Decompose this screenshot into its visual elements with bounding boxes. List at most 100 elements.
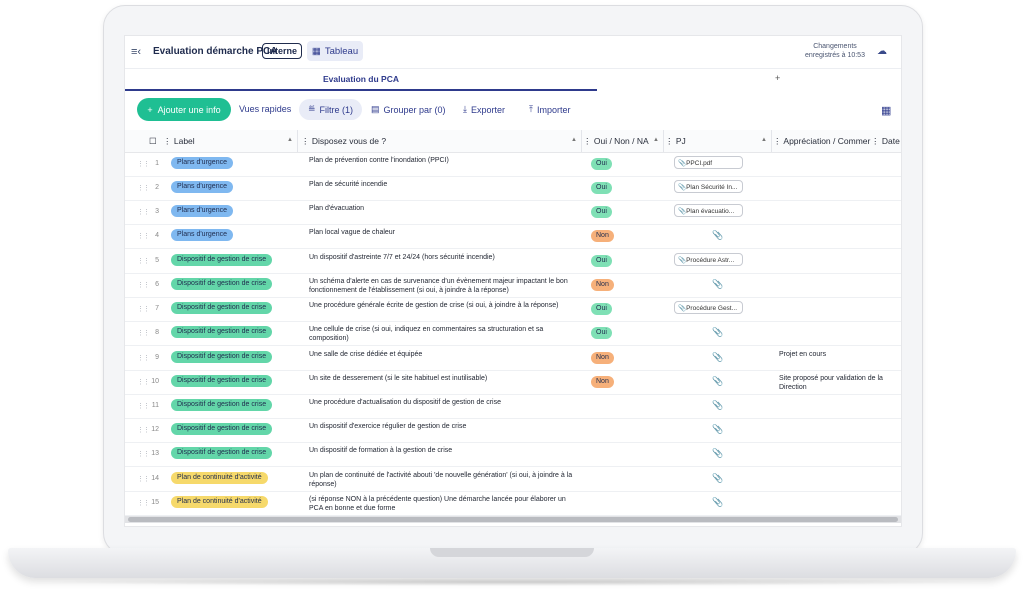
answer-badge[interactable]: Oui [591,303,612,315]
table-row[interactable]: ⋮⋮ 7 Dispositif de gestion de crise Une pro… [125,297,901,322]
column-header-pj[interactable]: ⋮ PJ [665,136,686,147]
table-row[interactable]: ⋮⋮ 5 Dispositif de gestion de crise Un disp… [125,249,901,274]
column-header-date[interactable]: ⋮ Date [871,136,900,147]
table-row[interactable]: ⋮⋮ 11 Dispositif de gestion de crise Une pr… [125,394,901,419]
table-row[interactable]: ⋮⋮ 9 Dispositif de gestion de crise Une sal… [125,346,901,371]
table-row[interactable]: ⋮⋮ 4 Plans d'urgence Plan local vague de ch… [125,224,901,249]
attachment-file[interactable]: 📎Procédure Gest... [674,301,743,314]
answer-badge[interactable]: Oui [591,255,612,267]
attachment-file[interactable]: 📎Procédure Astr... [674,253,743,266]
table-row[interactable]: ⋮⋮ 3 Plans d'urgence Plan d'évacuation Oui 📎P… [125,200,901,225]
answer-badge[interactable]: Non [591,230,614,242]
sort-icon[interactable]: ▲ [653,137,659,143]
table-row[interactable]: ⋮⋮ 1 Plans d'urgence Plan de prévention con… [125,152,901,177]
column-header-answer[interactable]: ⋮ Oui / Non / NA [583,136,649,147]
attachment-file[interactable]: 📎PPCI.pdf [674,156,743,169]
comment-text[interactable]: Projet en cours [779,350,889,359]
comment-text[interactable]: Site proposé pour validation de la Direc… [779,374,889,392]
quick-views-button[interactable]: Vues rapides [239,104,291,114]
export-button[interactable]: ⤓ Exporter [463,104,505,115]
tab-evaluation-pca[interactable]: Evaluation du PCA [125,68,597,91]
question-text[interactable]: Un dispositif d'astreinte 7/7 et 24/24 (… [309,253,579,262]
document-title[interactable]: Evaluation démarche PCA [153,46,277,57]
answer-badge[interactable]: Non [591,352,614,364]
question-text[interactable]: Plan d'évacuation [309,204,579,213]
view-tab-tableau[interactable]: ▦ Tableau [307,41,363,61]
cloud-sync-icon[interactable]: ☁ [877,46,887,57]
answer-badge[interactable]: Oui [591,206,612,218]
column-divider[interactable] [771,130,772,152]
add-info-button[interactable]: + Ajouter une info [137,98,231,121]
table-row[interactable]: ⋮⋮ 8 Dispositif de gestion de crise Une cel… [125,321,901,346]
answer-badge[interactable]: Non [591,376,614,388]
table-row[interactable]: ⋮⋮ 14 Plan de continuité d'activité Un plan… [125,467,901,492]
table-row[interactable]: ⋮⋮ 2 Plans d'urgence Plan de sécurité incen… [125,176,901,201]
horizontal-scrollbar[interactable] [125,516,901,523]
column-divider[interactable] [297,130,298,152]
column-divider[interactable] [663,130,664,152]
attach-icon[interactable]: 📎 [712,424,723,435]
attach-icon[interactable]: 📎 [712,376,723,387]
filter-button[interactable]: ≝ Filtre (1) [299,99,363,120]
visibility-badge[interactable]: Interne [262,43,303,59]
label-chip[interactable]: Plans d'urgence [171,181,233,193]
table-row[interactable]: ⋮⋮ 12 Dispositif de gestion de crise Un dis… [125,418,901,443]
table-row[interactable]: ⋮⋮ 10 Dispositif de gestion de crise Un sit… [125,370,901,395]
label-chip[interactable]: Plans d'urgence [171,229,233,241]
attach-icon[interactable]: 📎 [712,327,723,338]
question-text[interactable]: Un schéma d'alerte en cas de survenance … [309,277,579,295]
attach-icon[interactable]: 📎 [712,497,723,508]
table-row[interactable]: ⋮⋮ 15 Plan de continuité d'activité (si rép… [125,491,901,516]
attach-icon[interactable]: 📎 [712,400,723,411]
label-chip[interactable]: Plans d'urgence [171,205,233,217]
question-text[interactable]: Un dispositif d'exercice régulier de ges… [309,422,579,431]
table-row[interactable]: ⋮⋮ 6 Dispositif de gestion de crise Un sché… [125,273,901,298]
label-chip[interactable]: Dispositif de gestion de crise [171,375,273,387]
answer-badge[interactable]: Oui [591,327,612,339]
scrollbar-thumb[interactable] [128,517,898,522]
label-chip[interactable]: Dispositif de gestion de crise [171,302,273,314]
add-tab-button[interactable]: + [775,73,780,83]
label-chip[interactable]: Dispositif de gestion de crise [171,399,273,411]
question-text[interactable]: Un plan de continuité de l'activité abou… [309,471,579,489]
label-chip[interactable]: Dispositif de gestion de crise [171,351,273,363]
grid-view-icon[interactable]: ▦ [881,104,891,117]
column-header-label[interactable]: ⋮ Label [163,136,195,147]
select-all-checkbox[interactable]: ☐ [149,136,157,147]
question-text[interactable]: Plan de prévention contre l'inondation (… [309,156,579,165]
menu-collapse-icon[interactable]: ≡‹ [131,46,141,58]
table-row[interactable]: ⋮⋮ 13 Dispositif de gestion de crise Un dis… [125,442,901,467]
column-header-question[interactable]: ⋮ Disposez vous de ? [301,136,386,147]
label-chip[interactable]: Dispositif de gestion de crise [171,423,273,435]
question-text[interactable]: Une procédure d'actualisation du disposi… [309,398,579,407]
answer-badge[interactable]: Oui [591,182,612,194]
question-text[interactable]: Plan de sécurité incendie [309,180,579,189]
label-chip[interactable]: Plan de continuité d'activité [171,472,268,484]
label-chip[interactable]: Dispositif de gestion de crise [171,278,273,290]
attach-icon[interactable]: 📎 [712,473,723,484]
import-button[interactable]: ⤒ Importer [529,104,571,115]
question-text[interactable]: (si réponse NON à la précédente question… [309,495,579,513]
attach-icon[interactable]: 📎 [712,279,723,290]
group-by-button[interactable]: ▤ Grouper par (0) [371,104,446,115]
question-text[interactable]: Une cellule de crise (si oui, indiquez e… [309,325,579,343]
attachment-file[interactable]: 📎Plan Sécurité In... [674,180,743,193]
label-chip[interactable]: Plans d'urgence [171,157,233,169]
label-chip[interactable]: Dispositif de gestion de crise [171,254,273,266]
question-text[interactable]: Une salle de crise dédiée et équipée [309,350,579,359]
question-text[interactable]: Une procédure générale écrite de gestion… [309,301,579,310]
label-chip[interactable]: Dispositif de gestion de crise [171,326,273,338]
column-header-comment[interactable]: ⋮ Appréciation / Commer [773,136,870,147]
attach-icon[interactable]: 📎 [712,230,723,241]
sort-icon[interactable]: ▲ [761,137,767,143]
question-text[interactable]: Plan local vague de chaleur [309,228,579,237]
attach-icon[interactable]: 📎 [712,448,723,459]
label-chip[interactable]: Dispositif de gestion de crise [171,447,273,459]
attachment-file[interactable]: 📎Plan évacuatio... [674,204,743,217]
answer-badge[interactable]: Oui [591,158,612,170]
question-text[interactable]: Un dispositif de formation à la gestion … [309,446,579,455]
attach-icon[interactable]: 📎 [712,352,723,363]
label-chip[interactable]: Plan de continuité d'activité [171,496,268,508]
column-divider[interactable] [581,130,582,152]
sort-icon[interactable]: ▲ [287,137,293,143]
